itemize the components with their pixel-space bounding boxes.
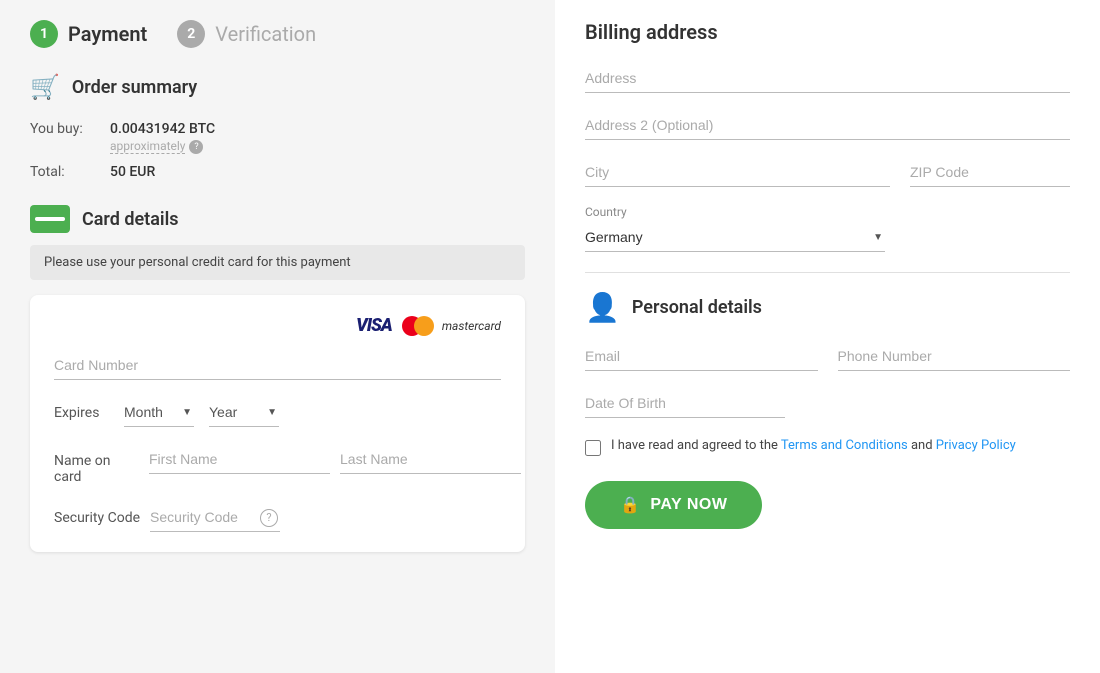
terms-row: I have read and agreed to the Terms and … — [585, 438, 1070, 456]
mastercard-logo: mastercard — [402, 316, 501, 336]
step2-circle: 2 — [177, 20, 205, 48]
person-icon: 👤 — [585, 291, 620, 324]
month-select-wrap: Month 010203 040506 070809 101112 ▼ — [124, 398, 194, 427]
dob-field — [585, 389, 1070, 418]
terms-text: I have read and agreed to the Terms and … — [611, 438, 1016, 453]
last-name-input[interactable] — [340, 445, 521, 474]
card-details-header: Card details — [30, 205, 525, 233]
address2-input[interactable] — [585, 111, 1070, 140]
mc-orange-circle — [414, 316, 434, 336]
address-input[interactable] — [585, 64, 1070, 93]
expires-label: Expires — [54, 405, 109, 421]
pay-now-label: PAY NOW — [650, 496, 727, 514]
step1-circle: 1 — [30, 20, 58, 48]
dob-input[interactable] — [585, 389, 785, 418]
cart-icon: 🛒 — [30, 73, 60, 101]
step-payment: 1 Payment — [30, 20, 147, 48]
pay-now-button[interactable]: 🔒 PAY NOW — [585, 481, 762, 529]
security-help-icon[interactable]: ? — [260, 509, 278, 527]
zip-input[interactable] — [910, 158, 1070, 187]
card-details-title: Card details — [82, 209, 179, 230]
security-input-wrap: ? — [150, 503, 280, 532]
you-buy-row: You buy: 0.00431942 BTC approximately ? — [30, 116, 525, 159]
total-row: Total: 50 EUR — [30, 159, 525, 185]
country-select[interactable]: Germany France United Kingdom United Sta… — [585, 223, 885, 252]
steps-header: 1 Payment 2 Verification — [30, 20, 525, 48]
personal-details-section: 👤 Personal details I have read and agree… — [585, 291, 1070, 529]
country-field: Country Germany France United Kingdom Un… — [585, 205, 1070, 252]
card-icon — [30, 205, 70, 233]
terms-conditions-link[interactable]: Terms and Conditions — [781, 438, 908, 453]
card-notice: Please use your personal credit card for… — [30, 245, 525, 280]
you-buy-value: 0.00431942 BTC — [110, 121, 215, 137]
card-number-input[interactable] — [54, 351, 501, 380]
email-phone-row — [585, 342, 1070, 371]
step1-label: Payment — [68, 22, 147, 46]
step2-label: Verification — [215, 22, 316, 46]
card-form: VISA mastercard Expires M — [30, 295, 525, 552]
mc-text: mastercard — [442, 319, 501, 333]
order-table: You buy: 0.00431942 BTC approximately ? … — [30, 116, 525, 185]
help-icon[interactable]: ? — [189, 140, 203, 154]
visa-logo: VISA — [356, 315, 392, 336]
terms-checkbox[interactable] — [585, 440, 601, 456]
email-field — [585, 342, 818, 371]
section-divider — [585, 272, 1070, 273]
order-summary-header: 🛒 Order summary — [30, 73, 525, 101]
personal-details-header: 👤 Personal details — [585, 291, 1070, 324]
zip-field — [910, 158, 1070, 187]
card-logos: VISA mastercard — [54, 315, 501, 336]
year-select[interactable]: Year 202420252026 2027202820292030 — [209, 398, 279, 427]
total-value: 50 EUR — [110, 164, 155, 180]
country-label: Country — [585, 205, 1070, 219]
security-code-label: Security Code — [54, 510, 140, 526]
month-select[interactable]: Month 010203 040506 070809 101112 — [124, 398, 194, 427]
you-buy-label: You buy: — [30, 121, 110, 154]
phone-input[interactable] — [838, 342, 1071, 371]
expires-row: Expires Month 010203 040506 070809 10111… — [54, 398, 501, 427]
card-details-section: Card details Please use your personal cr… — [30, 205, 525, 552]
address2-field — [585, 111, 1070, 140]
privacy-policy-link[interactable]: Privacy Policy — [936, 438, 1016, 453]
city-zip-row — [585, 158, 1070, 187]
billing-title: Billing address — [585, 20, 1070, 44]
year-select-wrap: Year 202420252026 2027202820292030 ▼ — [209, 398, 279, 427]
approximately-row: approximately ? — [110, 139, 215, 154]
name-row: Name on card — [54, 445, 501, 485]
step-verification: 2 Verification — [177, 20, 316, 48]
personal-details-title: Personal details — [632, 297, 762, 318]
card-icon-inner — [35, 217, 65, 221]
phone-field — [838, 342, 1071, 371]
total-label: Total: — [30, 164, 110, 180]
email-input[interactable] — [585, 342, 818, 371]
billing-form: Country Germany France United Kingdom Un… — [585, 64, 1070, 252]
approximately-label: approximately — [110, 139, 185, 154]
city-field — [585, 158, 890, 187]
address-field — [585, 64, 1070, 93]
city-input[interactable] — [585, 158, 890, 187]
order-summary-title: Order summary — [72, 77, 197, 98]
card-number-field — [54, 351, 501, 380]
first-name-input[interactable] — [149, 445, 330, 474]
lock-icon: 🔒 — [620, 495, 640, 515]
security-code-row: Security Code ? — [54, 503, 501, 532]
name-on-card-label: Name on card — [54, 445, 139, 485]
country-select-wrap: Germany France United Kingdom United Sta… — [585, 223, 885, 252]
